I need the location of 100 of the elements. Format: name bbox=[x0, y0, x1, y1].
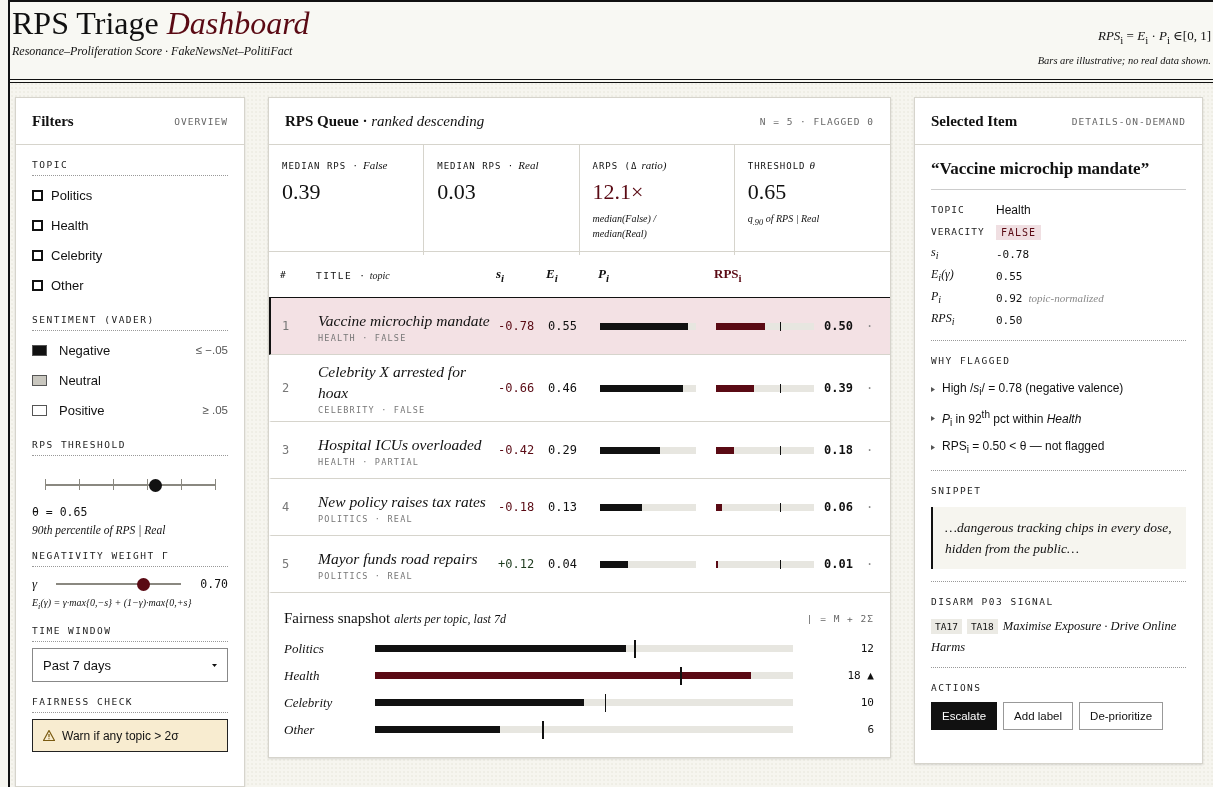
column-header: E$_{i}$ bbox=[546, 265, 559, 284]
checkbox[interactable] bbox=[32, 279, 43, 291]
topic-label: Politics bbox=[284, 640, 325, 657]
section-label: FAIRNESS CHECK bbox=[32, 682, 228, 713]
stat-note: q$_{.90}$ of RPS | Real bbox=[747, 212, 821, 229]
action-button[interactable]: De-prioritize bbox=[1079, 702, 1164, 730]
row-title: Vaccine microchip mandate bbox=[318, 310, 491, 331]
reason-text: P$_{i}$ in 92$^{th}$ pct within Health bbox=[942, 408, 1082, 429]
e-value: 0.04 bbox=[548, 557, 578, 571]
stat-value: 0.39 bbox=[282, 179, 322, 205]
stat-value: 0.65 bbox=[747, 179, 788, 205]
row-meta: POLITICS · REAL bbox=[318, 570, 414, 581]
legend-label: Negative bbox=[59, 342, 111, 358]
warning-icon bbox=[43, 730, 55, 741]
sentiment-value: -0.18 bbox=[498, 500, 536, 514]
panel-title: RPS Queue · ranked descending bbox=[285, 112, 485, 130]
page-title: RPS Triage Dashboard bbox=[12, 6, 310, 40]
section-label: NEGATIVITY WEIGHT Γ bbox=[32, 536, 228, 567]
field-value: 0.55 bbox=[996, 270, 1023, 283]
item-title: “Vaccine microchip mandate” bbox=[931, 145, 1186, 190]
stat-label: ARPS (Δ ratio) bbox=[592, 159, 668, 171]
panel-tag: DETAILS-ON-DEMAND bbox=[1071, 115, 1186, 127]
sentiment-value: +0.12 bbox=[498, 557, 536, 571]
header-note: Bars are illustrative; no real data shown. bbox=[1037, 54, 1211, 66]
formula: RPS$_{i}$ = E$_{i}$ · P$_{i}$ ∈[0, 1] bbox=[1097, 28, 1211, 46]
panel-title: Selected Item bbox=[931, 112, 1018, 130]
row-rank: 4 bbox=[282, 500, 291, 514]
stat-label: MEDIAN RPS · False bbox=[282, 159, 389, 171]
row-title: Mayor funds road repairs bbox=[318, 548, 479, 569]
rps-value: 0.50 bbox=[824, 319, 854, 333]
e-value: 0.55 bbox=[548, 319, 578, 333]
row-trail: · bbox=[866, 319, 875, 333]
section-label: DISARM P03 SIGNAL bbox=[931, 595, 1055, 609]
section-label: SNIPPET bbox=[931, 484, 983, 498]
section-label: ACTIONS bbox=[931, 681, 983, 695]
alert-count: 18 ▲ bbox=[846, 669, 874, 682]
field-value: -0.78 bbox=[996, 248, 1030, 261]
queue-row[interactable]: 5 Mayor funds road repairs POLITICS · REAL +0.12 0.04 0.01 · bbox=[269, 536, 890, 593]
section-subtitle: alerts per topic, last 7d bbox=[394, 612, 506, 626]
column-header: RPS$_{i}$ bbox=[714, 265, 743, 284]
slider-thumb[interactable] bbox=[137, 577, 151, 591]
stat-value: 12.1× bbox=[592, 179, 645, 205]
legend-range: ≥ .05 bbox=[202, 404, 228, 416]
queue-row[interactable]: 3 Hospital ICUs overloaded HEALTH · PARTIAL -0.42 0.29 0.18 · bbox=[269, 422, 890, 479]
sentiment-value: -0.78 bbox=[498, 319, 536, 333]
slider-note: 90th percentile of RPS | Real bbox=[32, 524, 167, 536]
checkbox-label: Celebrity bbox=[51, 247, 103, 263]
field-label: P$_{i}$ bbox=[931, 288, 943, 306]
reason-text: RPS$_{i}$ = 0.50 < θ — not flagged bbox=[942, 439, 1105, 456]
stat-label: MEDIAN RPS · Real bbox=[437, 159, 540, 171]
field-value: Health bbox=[996, 203, 1031, 217]
alert-count: 6 bbox=[866, 723, 874, 736]
time-window-select[interactable]: Past 7 days bbox=[32, 648, 228, 682]
snippet-quote: …dangerous tracking chips in every dose, hidden from the public… bbox=[931, 507, 1186, 569]
e-value: 0.29 bbox=[548, 443, 578, 457]
bullet-icon bbox=[931, 387, 935, 392]
chart-legend: | = M + 2Σ bbox=[806, 612, 874, 624]
field-label: s$_{i}$ bbox=[931, 244, 940, 262]
rps-value: 0.06 bbox=[824, 500, 854, 514]
action-button[interactable]: Add label bbox=[1003, 702, 1074, 730]
slider-readout: θ = 0.65 bbox=[32, 505, 88, 519]
slider-thumb[interactable] bbox=[149, 478, 162, 492]
legend-label: Positive bbox=[59, 402, 105, 418]
topic-label: Health bbox=[284, 667, 321, 684]
field-value: 0.92 bbox=[996, 292, 1023, 305]
disarm-signal: TA17 TA18 Maximise Exposure · Drive Online Harms bbox=[931, 618, 1178, 656]
column-header: TITLE · topic bbox=[316, 268, 391, 283]
checkbox[interactable] bbox=[32, 249, 43, 261]
row-meta: POLITICS · REAL bbox=[318, 513, 414, 524]
action-button[interactable]: Escalate bbox=[931, 702, 998, 730]
section-label: SENTIMENT (VADER) bbox=[32, 300, 228, 331]
row-rank: 2 bbox=[282, 381, 291, 395]
topic-label: Celebrity bbox=[284, 694, 334, 711]
panel-tag: N = 5 · FLAGGED 0 bbox=[759, 115, 874, 127]
stat-value: 0.03 bbox=[437, 179, 477, 205]
caret-icon bbox=[212, 663, 217, 667]
field-label: E$_{i}$(γ) bbox=[931, 266, 955, 284]
checkbox[interactable] bbox=[32, 219, 43, 231]
rps-value: 0.18 bbox=[824, 443, 854, 457]
queue-row[interactable]: 1 Vaccine microchip mandate HEALTH · FALSE -0.78 0.55 0.50 · bbox=[269, 298, 890, 355]
e-value: 0.46 bbox=[548, 381, 578, 395]
queue-row[interactable]: 4 New policy raises tax rates POLITICS · REAL -0.18 0.13 0.06 · bbox=[269, 479, 890, 536]
warning-text: Warn if any topic > 2σ bbox=[62, 728, 179, 743]
page-subtitle: Resonance–Proliferation Score · FakeNewsNet–PolitiFact bbox=[12, 44, 294, 59]
row-title: New policy raises tax rates bbox=[318, 491, 487, 512]
sentiment-value: -0.42 bbox=[498, 443, 536, 457]
legend-range: ≤ −.05 bbox=[195, 344, 228, 356]
section-label: WHY FLAGGED bbox=[931, 354, 1012, 368]
checkbox-label: Other bbox=[51, 277, 84, 293]
queue-row[interactable]: 2 Celebrity X arrested for hoax CELEBRITY · FALSE -0.66 0.46 0.39 · bbox=[269, 355, 890, 422]
checkbox[interactable] bbox=[32, 189, 43, 201]
topic-label: Other bbox=[284, 721, 316, 738]
bullet-icon bbox=[931, 445, 935, 450]
field-label: TOPIC bbox=[931, 203, 966, 215]
stat-label: THRESHOLD θ bbox=[747, 159, 816, 171]
checkbox-label: Health bbox=[51, 217, 89, 233]
alert-count: 12 bbox=[859, 642, 874, 655]
section-label: RPS THRESHOLD bbox=[32, 425, 228, 456]
alert-count: 10 bbox=[859, 696, 874, 709]
row-title: Hospital ICUs overloaded bbox=[318, 434, 483, 455]
